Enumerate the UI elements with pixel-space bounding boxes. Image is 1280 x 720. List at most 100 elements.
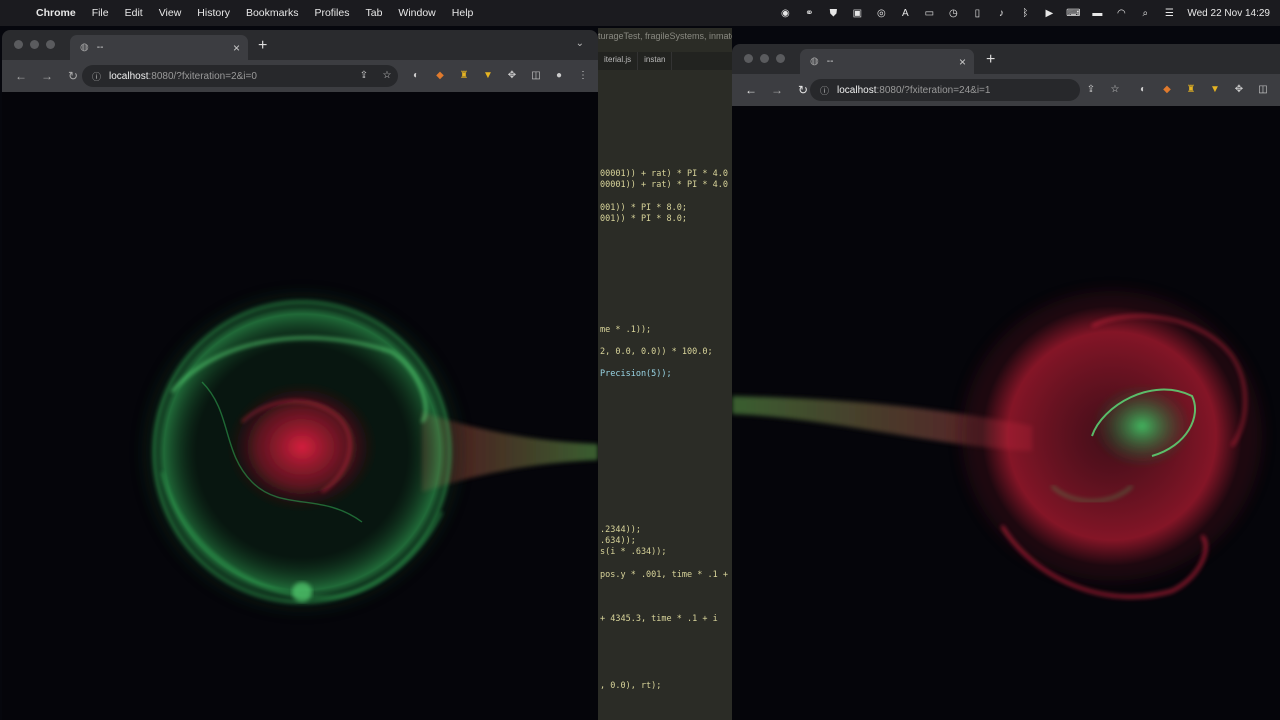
code-line: .2344)); — [600, 525, 641, 535]
code-line: 2, 0.0, 0.0)) * 100.0; — [600, 347, 713, 357]
eye-icon[interactable]: ◉ — [779, 7, 791, 19]
green-highlight — [292, 582, 312, 602]
close-tab-icon[interactable]: × — [959, 55, 966, 69]
editor-tabs: iterial.js instan — [598, 52, 732, 70]
browser-window-right: ◍ -- × + ← → ↻ ⓘ localhost:8080/?fxitera… — [732, 44, 1280, 720]
close-tab-icon[interactable]: × — [233, 41, 240, 55]
menu-history[interactable]: History — [189, 7, 238, 19]
metamask-icon[interactable]: ◆ — [1160, 83, 1174, 97]
site-info-icon[interactable]: ⓘ — [820, 84, 829, 97]
minimize-window-button[interactable] — [760, 54, 769, 63]
volume-icon[interactable]: ♪ — [995, 7, 1007, 19]
code-line: s(i * .634)); — [600, 547, 667, 557]
more-menu-icon[interactable]: ⋮ — [576, 69, 590, 83]
new-tab-button[interactable]: + — [986, 51, 995, 69]
extension-shield-icon[interactable]: ◐ — [409, 69, 423, 83]
url-path: :8080/?fxiteration=24&i=1 — [876, 84, 991, 96]
side-panel-icon[interactable]: ◫ — [529, 69, 543, 83]
play-icon[interactable]: ▶ — [1043, 7, 1055, 19]
editor-tab-material[interactable]: iterial.js — [598, 52, 639, 70]
bookmark-star-icon[interactable]: ☆ — [380, 69, 394, 83]
forward-button[interactable]: → — [40, 69, 54, 83]
webgl-canvas[interactable] — [2, 92, 598, 720]
close-window-button[interactable] — [14, 40, 23, 49]
address-bar[interactable]: ⓘ localhost:8080/?fxiteration=24&i=1 — [810, 79, 1080, 101]
code-line: 001)) * PI * 8.0; — [600, 203, 687, 213]
vue-devtools-icon[interactable]: ▼ — [1208, 83, 1222, 97]
key-extension-icon[interactable]: ♜ — [1184, 83, 1198, 97]
code-line: , 0.0), rt); — [600, 681, 662, 691]
phone-icon[interactable]: ▯ — [971, 7, 983, 19]
chevron-down-icon[interactable]: ⌄ — [576, 38, 584, 49]
share-icon[interactable]: ⇪ — [1084, 83, 1098, 97]
forward-button[interactable]: → — [770, 83, 784, 97]
display-icon[interactable]: ▭ — [923, 7, 935, 19]
wifi-icon[interactable]: ◠ — [1115, 7, 1127, 19]
url-path: :8080/?fxiteration=2&i=0 — [148, 70, 257, 82]
shield-icon[interactable]: ⛊ — [827, 7, 839, 19]
metamask-icon[interactable]: ◆ — [433, 69, 447, 83]
bookmark-star-icon[interactable]: ☆ — [1108, 83, 1122, 97]
clock-icon[interactable]: ◷ — [947, 7, 959, 19]
extensions-puzzle-icon[interactable]: ✥ — [505, 69, 519, 83]
control-center-icon[interactable]: ☰ — [1163, 7, 1175, 19]
browser-tab[interactable]: ◍ -- × — [70, 35, 248, 60]
search-icon[interactable]: ⌕ — [1139, 7, 1151, 19]
menu-tab[interactable]: Tab — [357, 7, 390, 19]
menu-edit[interactable]: Edit — [117, 7, 151, 19]
window-controls — [14, 40, 55, 49]
tab-strip: ◍ -- × + ⌄ — [2, 30, 598, 60]
reload-button[interactable]: ↻ — [796, 83, 810, 97]
code-editor: turageTest, fragileSystems, inmaterial, … — [598, 28, 732, 720]
status-area: ◉ ⚭ ⛊ ▣ ◎ A ▭ ◷ ▯ ♪ ᛒ ▶ ⌨ ▬ ◠ ⌕ ☰ Wed 22… — [779, 0, 1270, 26]
globe-icon: ◍ — [810, 56, 819, 67]
editor-breadcrumb: turageTest, fragileSystems, inmaterial, … — [598, 31, 732, 41]
menu-profiles[interactable]: Profiles — [306, 7, 357, 19]
back-button[interactable]: ← — [14, 69, 28, 83]
zoom-window-button[interactable] — [776, 54, 785, 63]
browser-toolbar: ← → ↻ ⓘ localhost:8080/?fxiteration=2&i=… — [2, 60, 598, 92]
code-line: .634)); — [600, 536, 636, 546]
link-icon[interactable]: ⚭ — [803, 7, 815, 19]
url-host: localhost — [109, 70, 149, 82]
menu-bookmarks[interactable]: Bookmarks — [238, 7, 307, 19]
extensions-puzzle-icon[interactable]: ✥ — [1232, 83, 1246, 97]
close-window-button[interactable] — [744, 54, 753, 63]
profile-icon[interactable]: ● — [552, 69, 566, 83]
reload-button[interactable]: ↻ — [66, 69, 80, 83]
menu-view[interactable]: View — [151, 7, 190, 19]
menu-window[interactable]: Window — [390, 7, 443, 19]
back-button[interactable]: ← — [744, 83, 758, 97]
minimize-window-button[interactable] — [30, 40, 39, 49]
share-icon[interactable]: ⇪ — [357, 69, 371, 83]
particle-visualization-right — [732, 291, 1262, 598]
menu-app-name[interactable]: Chrome — [28, 7, 84, 19]
side-panel-icon[interactable]: ◫ — [1256, 83, 1270, 97]
menu-clock[interactable]: Wed 22 Nov 14:29 — [1187, 8, 1270, 19]
zoom-window-button[interactable] — [46, 40, 55, 49]
bluetooth-icon[interactable]: ᛒ — [1019, 7, 1031, 19]
code-line: 001)) * PI * 8.0; — [600, 214, 687, 224]
webgl-canvas[interactable] — [732, 106, 1280, 720]
menu-help[interactable]: Help — [444, 7, 482, 19]
box-icon[interactable]: ▣ — [851, 7, 863, 19]
a-icon[interactable]: A — [899, 7, 911, 19]
particle-visualization-left — [142, 292, 598, 612]
menu-file[interactable]: File — [84, 7, 117, 19]
browser-tab[interactable]: ◍ -- × — [800, 49, 974, 74]
key-extension-icon[interactable]: ♜ — [457, 69, 471, 83]
extension-shield-icon[interactable]: ◐ — [1136, 83, 1150, 97]
tab-title: -- — [826, 56, 834, 67]
address-bar[interactable]: ⓘ localhost:8080/?fxiteration=2&i=0 — [82, 65, 398, 87]
code-line: + 4345.3, time * .1 + i — [600, 614, 718, 624]
editor-tab-instance[interactable]: instan — [638, 52, 673, 70]
globe-icon: ◍ — [80, 42, 89, 53]
new-tab-button[interactable]: + — [258, 37, 267, 55]
site-info-icon[interactable]: ⓘ — [92, 70, 101, 83]
keyboard-icon[interactable]: ⌨ — [1066, 7, 1080, 19]
code-line: Precision(5)); — [600, 369, 672, 379]
record-icon[interactable]: ◎ — [875, 7, 887, 19]
code-line: 00001)) + rat) * PI * 4.0 — [600, 169, 728, 179]
vue-devtools-icon[interactable]: ▼ — [481, 69, 495, 83]
battery-icon[interactable]: ▬ — [1091, 7, 1103, 19]
